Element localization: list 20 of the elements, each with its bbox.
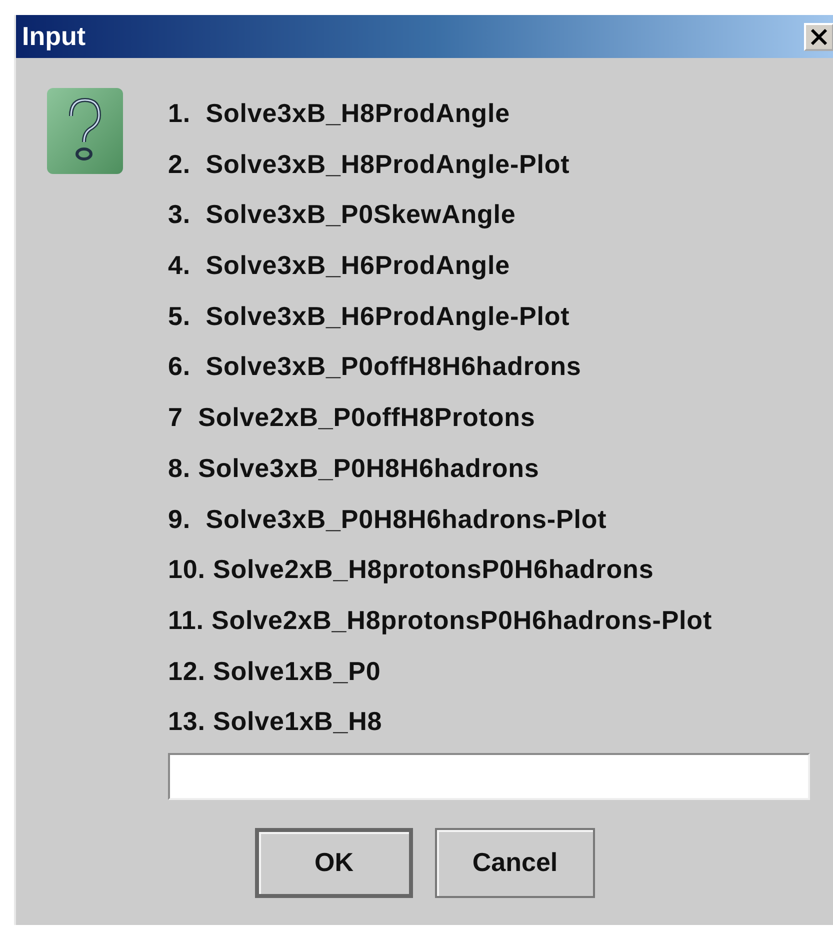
- cancel-button[interactable]: Cancel: [435, 828, 595, 898]
- question-icon: [47, 88, 123, 174]
- close-button[interactable]: [804, 22, 833, 50]
- window-title: Input: [22, 21, 86, 52]
- message-line: 5. Solve3xB_H6ProdAngle-Plot: [168, 300, 571, 333]
- message-line: 13. Solve1xB_H8: [168, 705, 384, 738]
- message-line: 11. Solve2xB_H8protonsP0H6hadrons-Plot: [168, 604, 714, 637]
- message-line: 1. Solve3xB_H8ProdAngle: [168, 97, 511, 130]
- message-line: 8. Solve3xB_P0H8H6hadrons: [168, 452, 540, 485]
- ok-button[interactable]: OK: [255, 828, 413, 898]
- message-line: 10. Solve2xB_H8protonsP0H6hadrons: [168, 553, 655, 586]
- input-field[interactable]: [168, 752, 810, 800]
- message-line: 9. Solve3xB_P0H8H6hadrons-Plot: [168, 502, 608, 536]
- message-line: 4. Solve3xB_H6ProdAngle: [168, 249, 511, 282]
- message-line: 12. Solve1xB_P0: [168, 654, 382, 688]
- message-line: 7 Solve2xB_P0offH8Protons: [168, 401, 536, 434]
- message-line: 6. Solve3xB_P0offH8H6hadrons: [168, 350, 582, 384]
- close-icon: [810, 28, 828, 44]
- message-line: 3. Solve3xB_P0SkewAngle: [168, 198, 517, 232]
- message-line: 2. Solve3xB_H8ProdAngle-Plot: [168, 148, 571, 181]
